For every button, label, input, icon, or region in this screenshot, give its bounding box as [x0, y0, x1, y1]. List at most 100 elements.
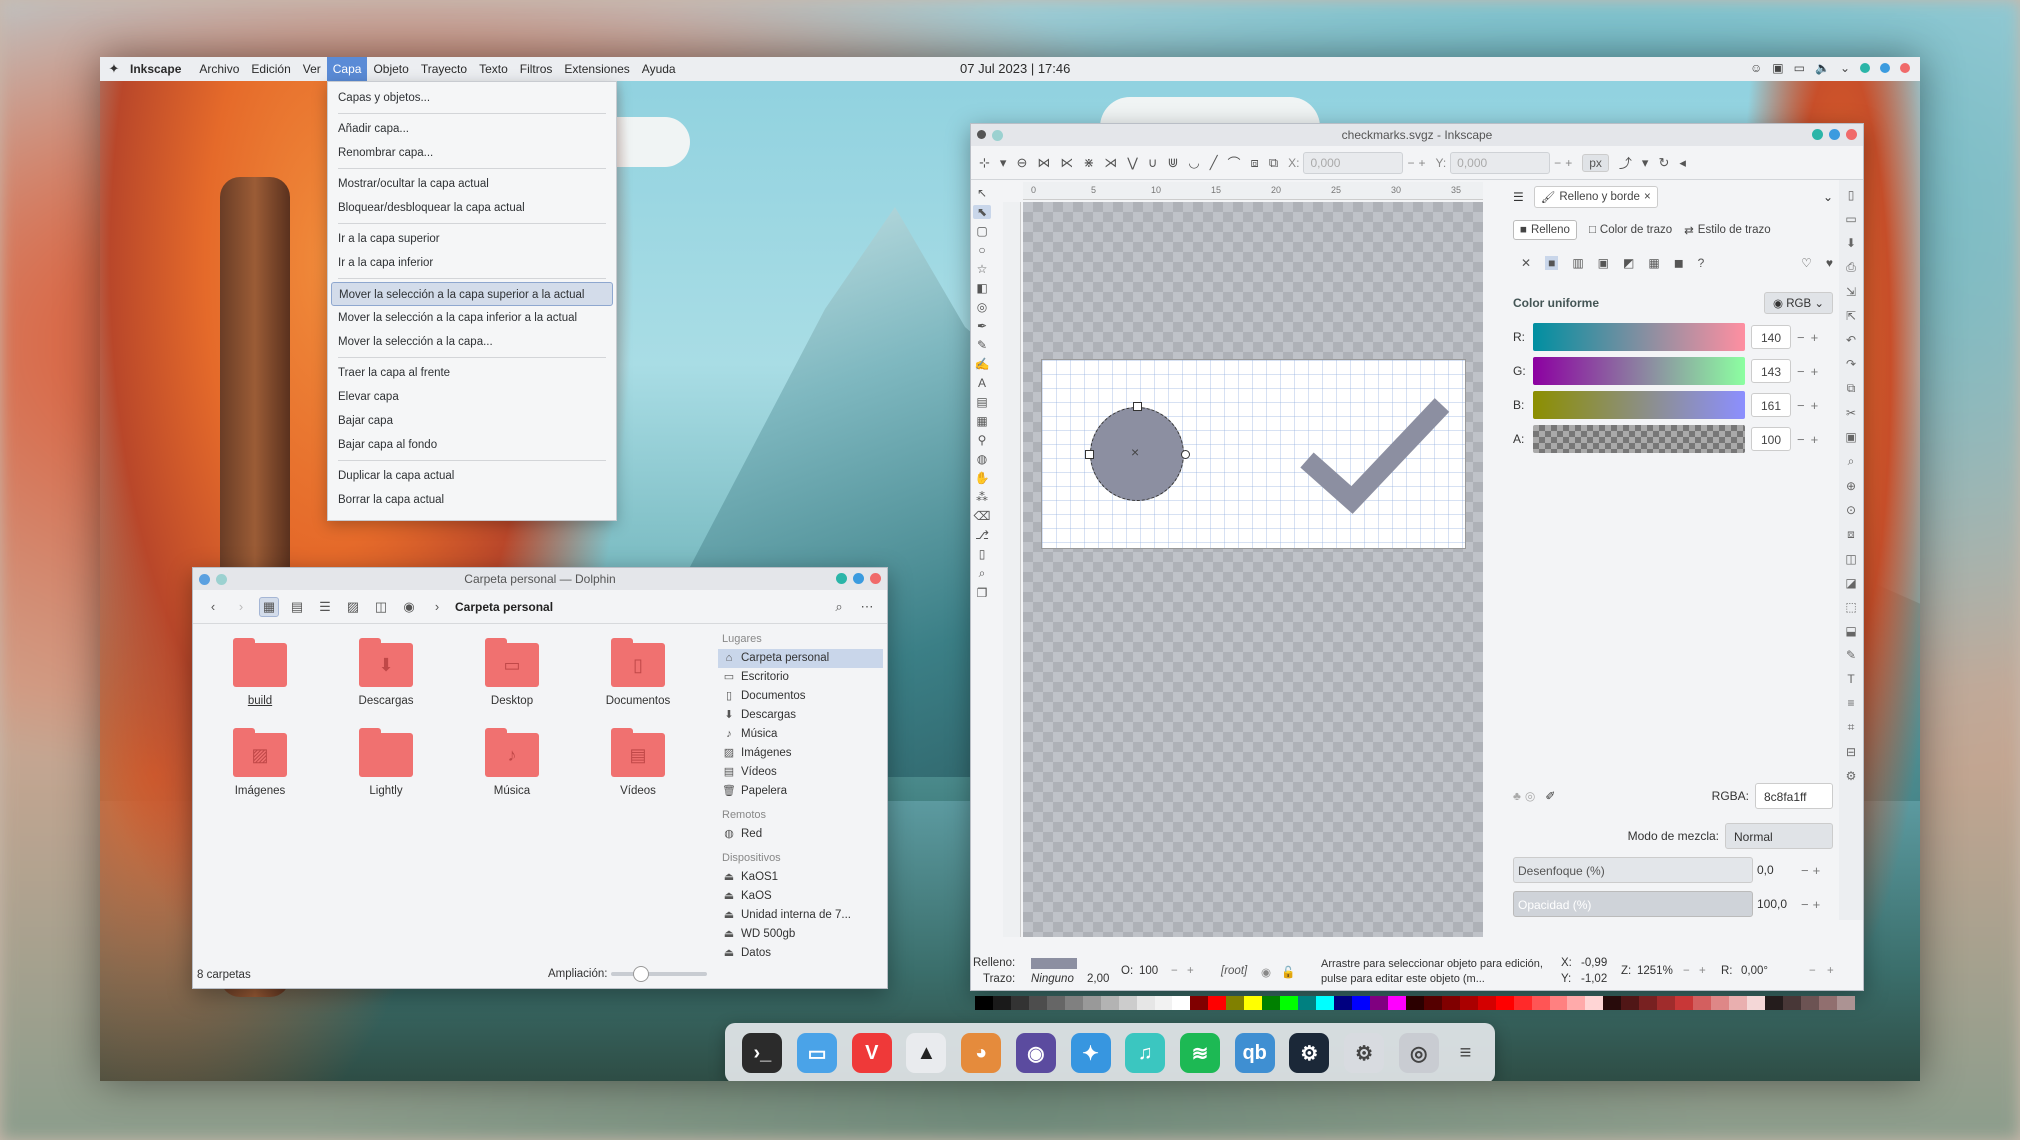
search-icon[interactable]: ⌕: [829, 597, 849, 617]
menu-ver[interactable]: Ver: [297, 57, 327, 81]
color-swatch[interactable]: [1693, 996, 1712, 1010]
print-icon[interactable]: ⎙: [1846, 260, 1856, 275]
plus-icon[interactable]: +: [1811, 330, 1819, 345]
place-item[interactable]: ◍ Red: [718, 825, 883, 844]
pages-tool-icon[interactable]: ❐: [977, 586, 988, 600]
spiral-tool-icon[interactable]: ◎: [977, 300, 987, 314]
breadcrumb[interactable]: Carpeta personal: [455, 600, 553, 614]
zoom-fit-icon[interactable]: ⊕: [1846, 479, 1856, 493]
export-icon[interactable]: ⇱: [1846, 309, 1856, 323]
color-swatch[interactable]: [1621, 996, 1640, 1010]
folder-item[interactable]: ▯ Documentos: [583, 638, 693, 707]
rotate-input[interactable]: 0,00°: [1741, 965, 1768, 977]
color-swatch[interactable]: [975, 996, 993, 1010]
duplicate-icon[interactable]: ⧈: [1847, 527, 1855, 542]
menu-item-raise-layer[interactable]: Elevar capa: [328, 385, 616, 409]
menu-ayuda[interactable]: Ayuda: [636, 57, 682, 81]
spotify-icon[interactable]: ≋: [1179, 1033, 1220, 1073]
curve-segment-icon[interactable]: ⌒: [1228, 153, 1241, 172]
blend-select[interactable]: Normal: [1725, 823, 1833, 849]
color-mode-select[interactable]: ◉ RGB ⌄: [1763, 292, 1833, 314]
color-swatch[interactable]: [1208, 996, 1227, 1010]
plus-icon[interactable]: +: [1811, 432, 1819, 447]
close-icon[interactable]: [1846, 129, 1857, 140]
minus-icon[interactable]: −: [1171, 965, 1178, 977]
color-swatch[interactable]: [1836, 996, 1855, 1010]
mesh-gradient-icon[interactable]: ◩: [1623, 256, 1634, 270]
swatch-icon[interactable]: ◼: [1674, 256, 1684, 270]
chevron-down-icon[interactable]: ⌄: [1840, 61, 1850, 75]
preferences-icon[interactable]: ⚙: [1846, 769, 1857, 783]
cut-icon[interactable]: ✂: [1846, 406, 1856, 420]
color-swatch[interactable]: [1585, 996, 1604, 1010]
kite-icon[interactable]: ✦: [1070, 1033, 1111, 1073]
layers-icon[interactable]: ≡: [1847, 696, 1854, 710]
show-handles-icon[interactable]: ⤴: [1619, 153, 1632, 172]
color-swatch[interactable]: [1082, 996, 1101, 1010]
a-value-input[interactable]: 100: [1751, 427, 1791, 451]
save-icon[interactable]: ⬇: [1846, 236, 1856, 250]
color-swatch[interactable]: [1387, 996, 1406, 1010]
color-swatch[interactable]: [1423, 996, 1442, 1010]
pen-tool-icon[interactable]: ✒: [977, 319, 987, 333]
minus-icon[interactable]: −: [1407, 156, 1414, 170]
zoom-icon[interactable]: ⌕: [1848, 454, 1855, 469]
rgba-input[interactable]: 8c8fa1ff: [1755, 783, 1833, 809]
checkmark-path[interactable]: [1300, 398, 1450, 514]
color-swatch[interactable]: [1369, 996, 1388, 1010]
menu-capa[interactable]: Capa: [326, 57, 368, 81]
color-swatch[interactable]: [1334, 996, 1353, 1010]
color-swatch[interactable]: [1100, 996, 1119, 1010]
color-swatch[interactable]: [1764, 996, 1783, 1010]
tab-fill-stroke[interactable]: 🖌 Relleno y borde ×: [1533, 186, 1658, 208]
color-swatch[interactable]: [1782, 996, 1801, 1010]
connector-tool-icon[interactable]: ⎇: [975, 528, 989, 542]
clock[interactable]: 07 Jul 2023 | 17:46: [960, 61, 1070, 76]
open-icon[interactable]: ▭: [1845, 212, 1856, 226]
device-item[interactable]: ⏏ Datos: [718, 944, 883, 963]
color-swatch[interactable]: [1172, 996, 1191, 1010]
color-swatch[interactable]: [1352, 996, 1370, 1010]
device-item[interactable]: ⏏ WD 500gb: [718, 925, 883, 944]
lock-icon[interactable]: 🔓: [1281, 965, 1295, 979]
color-swatch[interactable]: [1657, 996, 1676, 1010]
menu-archivo[interactable]: Archivo: [193, 57, 245, 81]
color-swatch[interactable]: [1800, 996, 1819, 1010]
plus-icon[interactable]: +: [1811, 364, 1819, 379]
color-swatch[interactable]: [1603, 996, 1622, 1010]
symmetric-node-icon[interactable]: ⋓: [1167, 155, 1178, 171]
minimize-icon[interactable]: [836, 573, 847, 584]
folder-item[interactable]: ▨ Imágenes: [205, 728, 315, 797]
eraser-tool-icon[interactable]: ⌫: [974, 509, 991, 523]
zoom-slider-handle[interactable]: [633, 966, 649, 982]
gimp-icon[interactable]: ◕: [961, 1033, 1002, 1073]
menu-texto[interactable]: Texto: [473, 57, 514, 81]
pattern-icon[interactable]: ▦: [1648, 256, 1659, 270]
color-swatch[interactable]: [1441, 996, 1460, 1010]
redo-icon[interactable]: ↷: [1846, 357, 1856, 371]
menu-edicion[interactable]: Edición: [245, 57, 296, 81]
menu-item-layers-objects[interactable]: Capas y objetos...: [328, 86, 616, 110]
menu-item-go-layer-below[interactable]: Ir a la capa inferior: [328, 251, 616, 275]
volume-icon[interactable]: 🔈: [1815, 61, 1830, 75]
zoom-input[interactable]: 1251%: [1637, 965, 1673, 977]
tab-stroke-color[interactable]: □ Color de trazo: [1589, 224, 1672, 236]
opacity-label[interactable]: Opacidad (%): [1513, 891, 1753, 917]
r-value-input[interactable]: 140: [1751, 325, 1791, 349]
stroke-indicator[interactable]: Ninguno: [1031, 973, 1074, 985]
color-swatch[interactable]: [1262, 996, 1281, 1010]
plus-icon[interactable]: +: [1813, 897, 1821, 912]
dropdown-icon[interactable]: ▾: [1000, 155, 1007, 171]
maximize-icon[interactable]: [1880, 63, 1890, 73]
drawing-canvas[interactable]: ×: [1023, 202, 1483, 937]
details-view-icon[interactable]: ☰: [315, 597, 335, 617]
3dbox-tool-icon[interactable]: ◧: [976, 281, 987, 295]
group-icon[interactable]: ⬚: [1845, 600, 1856, 614]
place-item[interactable]: ⬇ Descargas: [718, 706, 883, 725]
chevron-down-icon[interactable]: ⌄: [1823, 190, 1833, 204]
x-input[interactable]: 0,000: [1303, 151, 1404, 174]
place-item[interactable]: ▨ Imágenes: [718, 744, 883, 763]
minimize-icon[interactable]: [1860, 63, 1870, 73]
sidebar-toggle-icon[interactable]: ◂: [1679, 155, 1686, 171]
menu-item-duplicate-layer[interactable]: Duplicar la capa actual: [328, 464, 616, 488]
